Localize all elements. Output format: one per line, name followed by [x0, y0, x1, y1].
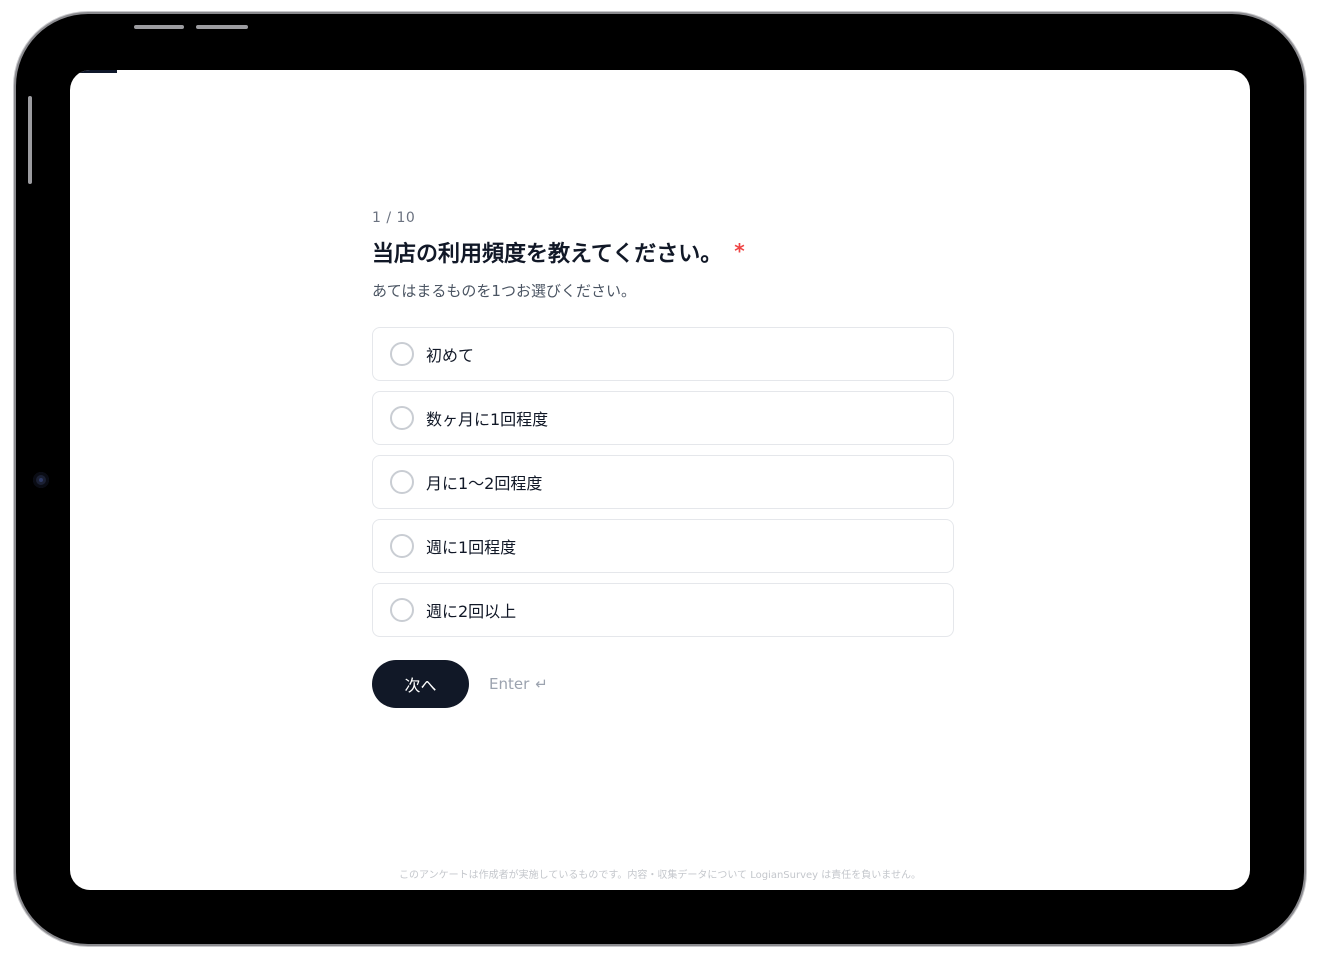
volume-button [196, 25, 248, 29]
survey-form: 1 / 10 当店の利用頻度を教えてください。 * あてはまるものを1つお選びく… [372, 210, 954, 708]
question-hint: あてはまるものを1つお選びください。 [372, 282, 636, 300]
option-twice-weekly[interactable]: 週に2回以上 [372, 583, 954, 637]
option-label: 初めて [426, 346, 475, 365]
option-label: 月に1〜2回程度 [426, 474, 543, 493]
option-label: 週に1回程度 [426, 538, 517, 557]
option-few-months[interactable]: 数ヶ月に1回程度 [372, 391, 954, 445]
enter-hint: Enter ↵ [489, 675, 548, 693]
radio-circle-icon[interactable] [390, 598, 414, 622]
return-arrow-icon: ↵ [535, 675, 548, 693]
option-label: 週に2回以上 [426, 602, 517, 621]
camera-icon [33, 472, 49, 488]
question-counter: 1 / 10 [372, 210, 416, 226]
question-header: 当店の利用頻度を教えてください。 * [372, 240, 952, 270]
enter-hint-label: Enter [489, 675, 530, 693]
form-actions: 次へ Enter ↵ [372, 660, 952, 708]
radio-circle-icon[interactable] [390, 470, 414, 494]
next-button[interactable]: 次へ [372, 660, 469, 708]
required-marker: * [734, 239, 745, 263]
screen: 1 / 10 当店の利用頻度を教えてください。 * あてはまるものを1つお選びく… [70, 70, 1250, 890]
option-weekly[interactable]: 週に1回程度 [372, 519, 954, 573]
progress-bar [70, 70, 118, 73]
volume-button [134, 25, 184, 29]
power-button [28, 96, 32, 184]
option-list: 初めて 数ヶ月に1回程度 月に1〜2回程度 週に1回程度 週に2回以上 [372, 327, 954, 637]
radio-circle-icon[interactable] [390, 406, 414, 430]
option-label: 数ヶ月に1回程度 [426, 410, 549, 429]
footer-disclaimer: このアンケートは作成者が実施しているものです。内容・収集データについて Logi… [399, 870, 921, 881]
option-monthly[interactable]: 月に1〜2回程度 [372, 455, 954, 509]
option-first-time[interactable]: 初めて [372, 327, 954, 381]
radio-circle-icon[interactable] [390, 342, 414, 366]
radio-circle-icon[interactable] [390, 534, 414, 558]
question-title: 当店の利用頻度を教えてください。 [372, 242, 723, 267]
